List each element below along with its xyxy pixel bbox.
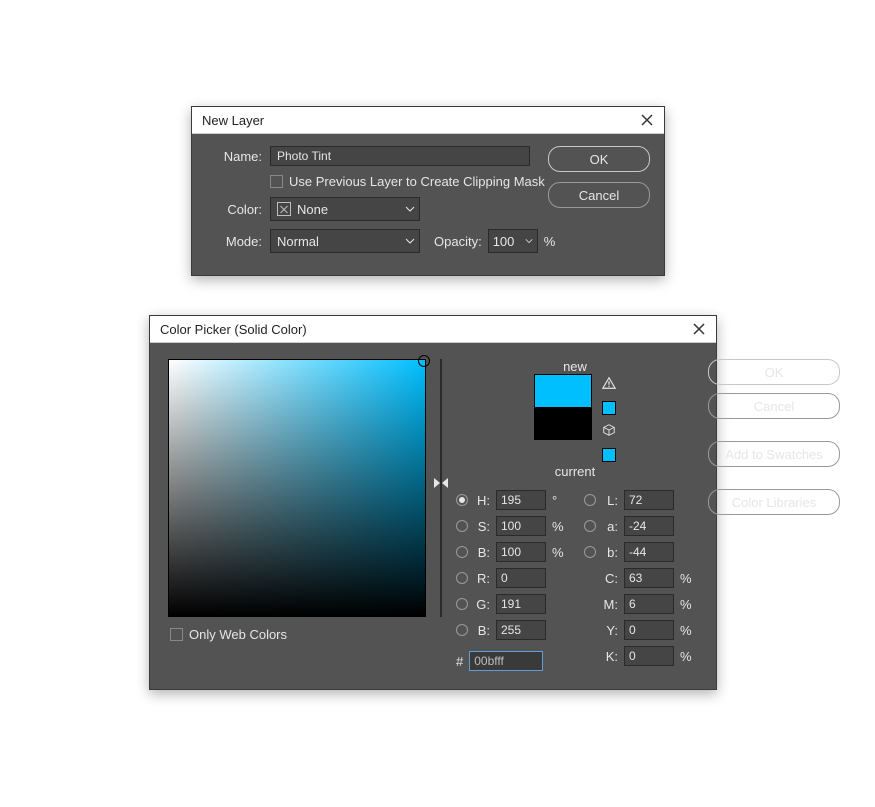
cancel-button[interactable]: Cancel bbox=[708, 393, 840, 419]
radio-b-lab[interactable] bbox=[584, 546, 596, 558]
radio-s[interactable] bbox=[456, 520, 468, 532]
new-label: new bbox=[563, 359, 587, 374]
color-libraries-button[interactable]: Color Libraries bbox=[708, 489, 840, 515]
close-icon[interactable] bbox=[690, 320, 708, 338]
new-layer-title: New Layer bbox=[202, 113, 638, 128]
color-field-cursor-icon bbox=[418, 355, 430, 367]
y-unit: % bbox=[680, 623, 694, 638]
m-label: M: bbox=[602, 597, 618, 612]
clipping-mask-label: Use Previous Layer to Create Clipping Ma… bbox=[289, 174, 545, 189]
h-label: H: bbox=[474, 493, 490, 508]
r-input[interactable] bbox=[496, 568, 546, 588]
h-input[interactable] bbox=[496, 490, 546, 510]
color-field[interactable] bbox=[168, 359, 426, 617]
b-hsb-label: B: bbox=[474, 545, 490, 560]
c-input[interactable] bbox=[624, 568, 674, 588]
websafe-swatch-icon[interactable] bbox=[602, 448, 616, 462]
name-label: Name: bbox=[206, 149, 262, 164]
blend-mode-value: Normal bbox=[277, 234, 319, 249]
h-unit: ° bbox=[552, 493, 566, 508]
b-lab-label: b: bbox=[602, 545, 618, 560]
k-input[interactable] bbox=[624, 646, 674, 666]
color-values-column: new current H: ° S:% B: bbox=[456, 359, 694, 671]
s-input[interactable] bbox=[496, 516, 546, 536]
only-web-colors-checkbox[interactable]: Only Web Colors bbox=[170, 627, 287, 642]
opacity-value: 100 bbox=[493, 234, 515, 249]
layer-color-select[interactable]: None bbox=[270, 197, 420, 221]
l-input[interactable] bbox=[624, 490, 674, 510]
none-swatch-icon bbox=[277, 202, 291, 216]
color-picker-buttons: OK Cancel Add to Swatches Color Librarie… bbox=[708, 359, 840, 671]
mode-label: Mode: bbox=[206, 234, 262, 249]
s-label: S: bbox=[474, 519, 490, 534]
b-hsb-unit: % bbox=[552, 545, 566, 560]
c-label: C: bbox=[602, 571, 618, 586]
opacity-percent: % bbox=[544, 234, 556, 249]
new-current-preview[interactable] bbox=[534, 374, 592, 440]
add-to-swatches-button[interactable]: Add to Swatches bbox=[708, 441, 840, 467]
color-field-column: Only Web Colors bbox=[168, 359, 426, 671]
m-unit: % bbox=[680, 597, 694, 612]
color-picker-dialog: Color Picker (Solid Color) Only Web Colo… bbox=[149, 315, 717, 690]
r-label: R: bbox=[474, 571, 490, 586]
a-label: a: bbox=[602, 519, 618, 534]
radio-h[interactable] bbox=[456, 494, 468, 506]
m-input[interactable] bbox=[624, 594, 674, 614]
color-picker-titlebar[interactable]: Color Picker (Solid Color) bbox=[150, 316, 716, 343]
gamut-swatch-icon[interactable] bbox=[602, 401, 616, 415]
b-hsb-input[interactable] bbox=[496, 542, 546, 562]
gamut-warning-icon[interactable] bbox=[602, 376, 616, 393]
radio-g[interactable] bbox=[456, 598, 468, 610]
ok-button[interactable]: OK bbox=[548, 146, 650, 172]
hue-slider-handle-icon bbox=[442, 478, 448, 488]
g-input[interactable] bbox=[496, 594, 546, 614]
cube-icon[interactable] bbox=[602, 423, 616, 440]
checkbox-icon bbox=[170, 628, 183, 641]
color-label: Color: bbox=[206, 202, 262, 217]
opacity-label: Opacity: bbox=[434, 234, 482, 249]
b-lab-input[interactable] bbox=[624, 542, 674, 562]
new-layer-titlebar[interactable]: New Layer bbox=[192, 107, 664, 134]
new-layer-dialog: New Layer OK Cancel Name: Use Previous L… bbox=[191, 106, 665, 276]
l-label: L: bbox=[602, 493, 618, 508]
hex-input[interactable] bbox=[469, 651, 543, 671]
hex-label: # bbox=[456, 654, 463, 669]
radio-b-hsb[interactable] bbox=[456, 546, 468, 558]
radio-r[interactable] bbox=[456, 572, 468, 584]
y-label: Y: bbox=[602, 623, 618, 638]
s-unit: % bbox=[552, 519, 566, 534]
chevron-down-icon bbox=[525, 237, 533, 245]
a-input[interactable] bbox=[624, 516, 674, 536]
radio-a[interactable] bbox=[584, 520, 596, 532]
ok-button[interactable]: OK bbox=[708, 359, 840, 385]
cancel-button[interactable]: Cancel bbox=[548, 182, 650, 208]
blend-mode-select[interactable]: Normal bbox=[270, 229, 420, 253]
radio-l[interactable] bbox=[584, 494, 596, 506]
radio-b-rgb[interactable] bbox=[456, 624, 468, 636]
only-web-colors-label: Only Web Colors bbox=[189, 627, 287, 642]
layer-color-value: None bbox=[297, 202, 328, 217]
b-rgb-input[interactable] bbox=[496, 620, 546, 640]
opacity-input[interactable]: 100 bbox=[488, 229, 538, 253]
chevron-down-icon bbox=[405, 236, 415, 246]
k-label: K: bbox=[602, 649, 618, 664]
layer-name-input[interactable] bbox=[270, 146, 530, 166]
k-unit: % bbox=[680, 649, 694, 664]
b-rgb-label: B: bbox=[474, 623, 490, 638]
color-picker-title: Color Picker (Solid Color) bbox=[160, 322, 690, 337]
y-input[interactable] bbox=[624, 620, 674, 640]
current-color-swatch bbox=[535, 407, 591, 439]
checkbox-icon bbox=[270, 175, 283, 188]
c-unit: % bbox=[680, 571, 694, 586]
g-label: G: bbox=[474, 597, 490, 612]
close-icon[interactable] bbox=[638, 111, 656, 129]
new-color-swatch bbox=[535, 375, 591, 407]
current-label: current bbox=[555, 464, 595, 479]
clipping-mask-checkbox[interactable]: Use Previous Layer to Create Clipping Ma… bbox=[270, 174, 545, 189]
hue-slider[interactable] bbox=[440, 359, 442, 617]
hue-slider-handle-icon bbox=[434, 478, 440, 488]
chevron-down-icon bbox=[405, 204, 415, 214]
